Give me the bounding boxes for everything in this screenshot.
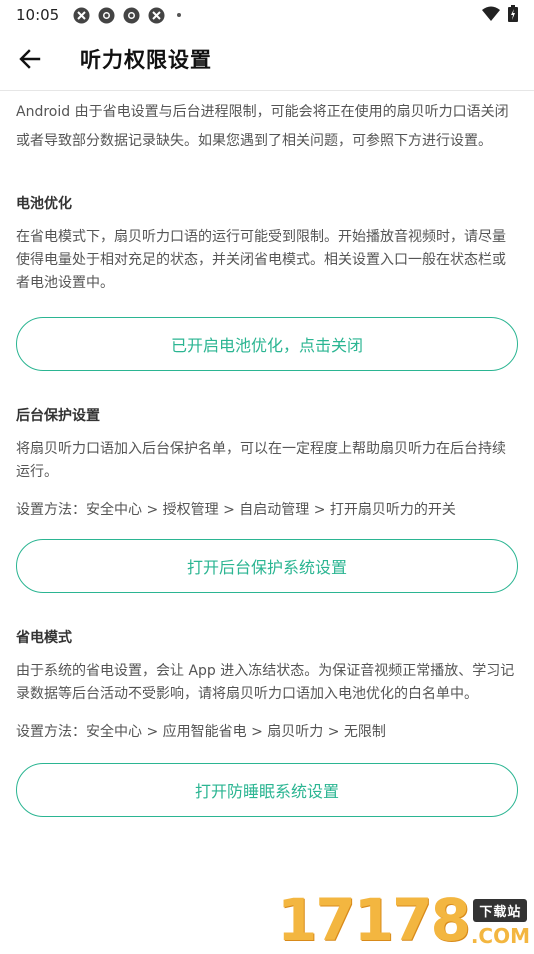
section-title: 电池优化 [16,193,518,213]
watermark-digits: 17178 [277,892,469,948]
section-battery-optimization: 电池优化 在省电模式下，扇贝听力口语的运行可能受到限制。开始播放音视频时，请尽量… [16,193,518,371]
chrome-like-icon [123,7,140,24]
section-method: 设置方法：安全中心 > 应用智能省电 > 扇贝听力 > 无限制 [16,721,518,743]
section-background-protection: 后台保护设置 将扇贝听力口语加入后台保护名单，可以在一定程度上帮助扇贝听力在后台… [16,405,518,593]
notification-icons [73,7,181,24]
section-body: 将扇贝听力口语加入后台保护名单，可以在一定程度上帮助扇贝听力在后台持续运行。 [16,438,518,484]
app-bar-divider [0,90,534,91]
watermark-badge: 下载站 [473,899,527,922]
back-button[interactable] [2,31,58,87]
settings-content: Android 由于省电设置与后台进程限制，可能会将正在使用的扇贝听力口语关闭或… [16,98,518,817]
system-icons [482,5,518,26]
more-notifications-dot [177,13,181,17]
watermark-suffix: .COM [471,924,530,948]
watermark-side: 下载站 .COM [471,899,530,948]
arrow-left-icon [19,48,41,70]
intro-text: Android 由于省电设置与后台进程限制，可能会将正在使用的扇贝听力口语关闭或… [16,98,518,156]
battery-optimization-button[interactable]: 已开启电池优化，点击关闭 [16,317,518,371]
section-method: 设置方法：安全中心 > 授权管理 > 自启动管理 > 打开扇贝听力的开关 [16,499,518,521]
status-bar: 10:05 [0,0,534,30]
app-notification-icon [73,7,90,24]
battery-icon [508,5,518,26]
app-notification-icon [148,7,165,24]
anti-sleep-button[interactable]: 打开防睡眠系统设置 [16,763,518,817]
status-time: 10:05 [16,6,59,24]
background-protection-button[interactable]: 打开后台保护系统设置 [16,539,518,593]
section-title: 后台保护设置 [16,405,518,425]
section-body: 在省电模式下，扇贝听力口语的运行可能受到限制。开始播放音视频时，请尽量使得电量处… [16,226,518,295]
section-title: 省电模式 [16,627,518,647]
page-title: 听力权限设置 [80,44,212,74]
site-watermark-logo: 17178 下载站 .COM [300,888,530,948]
section-body: 由于系统的省电设置，会让 App 进入冻结状态。为保证音视频正常播放、学习记录数… [16,660,518,706]
section-power-saving: 省电模式 由于系统的省电设置，会让 App 进入冻结状态。为保证音视频正常播放、… [16,627,518,817]
app-bar: 听力权限设置 [0,30,534,88]
wifi-icon [482,6,500,25]
chrome-like-icon [98,7,115,24]
